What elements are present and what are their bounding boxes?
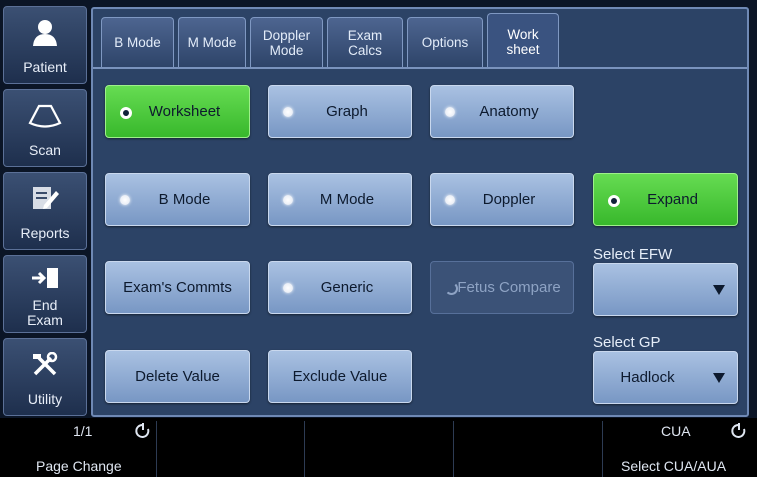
button-label: Doppler — [482, 191, 536, 208]
tab-exam-calcs[interactable]: Exam Calcs — [327, 17, 403, 67]
bottom-bar: 1/1 Page Change CUA Select CUA/AUA — [0, 418, 757, 477]
page-counter: 1/1 — [73, 423, 93, 439]
page-change-label: Page Change — [36, 458, 122, 474]
sidebar-item-scan[interactable]: Scan — [3, 89, 87, 167]
gp-select[interactable]: Hadlock — [593, 351, 738, 404]
tab-label: Doppler Mode — [262, 27, 311, 58]
tab-label: Exam Calcs — [347, 27, 383, 58]
tab-label: Work sheet — [506, 26, 540, 57]
divider — [602, 421, 603, 477]
exit-door-icon — [4, 262, 86, 294]
exam-comments-button[interactable]: Exam's Commts — [105, 261, 250, 314]
tab-doppler-mode[interactable]: Doppler Mode — [250, 17, 323, 67]
tab-bar: B Mode M Mode Doppler Mode Exam Calcs Op… — [93, 9, 747, 69]
delete-value-button[interactable]: Delete Value — [105, 350, 250, 403]
fetus-compare-button[interactable]: Fetus Compare — [430, 261, 574, 314]
button-label: Exam's Commts — [123, 279, 232, 296]
doppler-radio-button[interactable]: Doppler — [430, 173, 574, 226]
button-label: Worksheet — [148, 103, 221, 120]
tab-m-mode[interactable]: M Mode — [178, 17, 246, 67]
sidebar-item-label: End Exam — [27, 297, 63, 328]
sidebar-item-label: Reports — [20, 225, 70, 241]
tab-options[interactable]: Options — [407, 17, 483, 67]
anatomy-radio-button[interactable]: Anatomy — [430, 85, 574, 138]
select-gp-label: Select GP — [593, 334, 661, 351]
divider — [453, 421, 454, 477]
tab-label: M Mode — [187, 35, 237, 50]
tools-icon — [4, 349, 86, 381]
generic-radio-button[interactable]: Generic — [268, 261, 412, 314]
select-cua-aua-label: Select CUA/AUA — [621, 458, 727, 474]
dropdown-arrow-icon — [713, 372, 725, 383]
exclude-value-button[interactable]: Exclude Value — [268, 350, 412, 403]
button-label: M Mode — [319, 191, 375, 208]
button-label: B Mode — [158, 191, 211, 208]
button-label: Generic — [320, 279, 374, 296]
sidebar-item-utility[interactable]: Utility — [3, 338, 87, 416]
divider — [304, 421, 305, 477]
tab-label: Options — [421, 35, 469, 50]
sidebar-item-patient[interactable]: Patient — [3, 6, 87, 84]
tab-b-mode[interactable]: B Mode — [101, 17, 174, 67]
efw-select[interactable] — [593, 263, 738, 316]
sidebar-item-label: Scan — [29, 142, 61, 158]
button-label: Graph — [326, 103, 368, 120]
sidebar-item-label: Patient — [23, 59, 67, 75]
button-label: Anatomy — [479, 103, 539, 120]
b-mode-radio-button[interactable]: B Mode — [105, 173, 250, 226]
worksheet-radio-button[interactable]: Worksheet — [105, 85, 250, 138]
dropdown-arrow-icon — [713, 284, 725, 295]
rotary-knob-icon[interactable] — [731, 423, 747, 439]
divider — [156, 421, 157, 477]
button-label: Exclude Value — [292, 368, 388, 385]
report-edit-icon — [4, 183, 86, 215]
sidebar: Patient Scan Reports End Exam Utility — [0, 0, 88, 418]
sidebar-item-end-exam[interactable]: End Exam — [3, 255, 87, 333]
sidebar-item-reports[interactable]: Reports — [3, 172, 87, 250]
rotary-knob-icon[interactable] — [135, 423, 151, 439]
probe-icon — [4, 100, 86, 132]
button-label: Delete Value — [135, 368, 220, 385]
expand-radio-button[interactable]: Expand — [593, 173, 738, 226]
tab-divider — [93, 67, 747, 69]
sidebar-item-label: Utility — [27, 391, 63, 407]
button-label: Fetus Compare — [457, 279, 561, 296]
tab-worksheet[interactable]: Work sheet — [487, 13, 559, 69]
m-mode-radio-button[interactable]: M Mode — [268, 173, 412, 226]
select-value: Hadlock — [620, 369, 675, 386]
tab-label: B Mode — [114, 35, 161, 50]
graph-radio-button[interactable]: Graph — [268, 85, 412, 138]
button-label: Expand — [647, 191, 698, 208]
main-panel: B Mode M Mode Doppler Mode Exam Calcs Op… — [91, 7, 749, 417]
select-efw-label: Select EFW — [593, 246, 673, 263]
cua-value: CUA — [661, 423, 691, 439]
person-icon — [4, 17, 86, 49]
